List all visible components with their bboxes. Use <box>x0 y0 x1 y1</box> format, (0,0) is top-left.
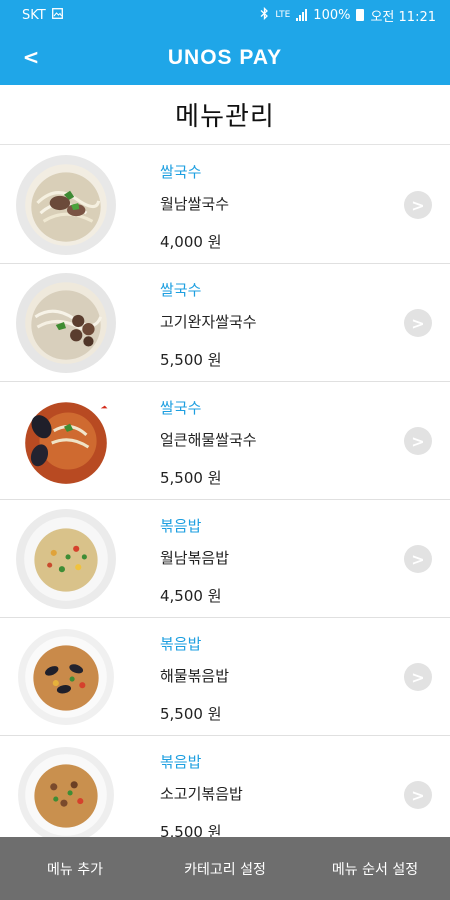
chevron-right-icon[interactable]: > <box>404 545 432 573</box>
menu-item-price: 5,500 원 <box>160 351 222 369</box>
dish-photo-beef-fried-rice <box>12 744 120 837</box>
dish-photo-pho <box>12 154 120 256</box>
status-left: SKT <box>22 8 63 23</box>
menu-item[interactable]: 볶음밥 해물볶음밥 5,500 원 > <box>0 618 450 736</box>
menu-item-category: 볶음밥 <box>160 753 202 771</box>
signal-icon <box>296 9 308 21</box>
chevron-right-icon[interactable]: > <box>404 781 432 809</box>
image-icon <box>51 7 63 23</box>
menu-item-category: 쌀국수 <box>160 281 202 299</box>
bluetooth-icon <box>260 6 269 24</box>
status-bar: SKT LTE 100% 오전 11:21 <box>0 0 450 30</box>
menu-item-name: 월남볶음밥 <box>160 549 230 567</box>
dish-photo-seafood-fried-rice <box>12 626 120 728</box>
menu-item-price: 4,000 원 <box>160 233 222 251</box>
chevron-right-icon[interactable]: > <box>404 663 432 691</box>
menu-item-category: 쌀국수 <box>160 163 202 181</box>
battery-percent: 100% <box>313 7 351 23</box>
dish-photo-spicy-seafood-pho <box>12 390 120 492</box>
menu-item-price: 4,500 원 <box>160 587 222 605</box>
menu-item-category: 쌀국수 <box>160 399 202 417</box>
menu-item[interactable]: 볶음밥 월남볶음밥 4,500 원 > <box>0 500 450 618</box>
menu-item-name: 월남쌀국수 <box>160 195 230 213</box>
dish-photo-meatball-pho <box>12 272 120 374</box>
menu-item[interactable]: 쌀국수 얼큰해물쌀국수 5,500 원 > <box>0 382 450 500</box>
menu-item-price: 5,500 원 <box>160 823 222 837</box>
back-button[interactable]: < <box>14 40 48 74</box>
menu-item-name: 해물볶음밥 <box>160 667 230 685</box>
add-menu-button[interactable]: 메뉴 추가 <box>0 859 150 879</box>
menu-item-name: 소고기볶음밥 <box>160 785 243 803</box>
dish-photo-fried-rice <box>12 508 120 610</box>
chevron-right-icon[interactable]: > <box>404 309 432 337</box>
chevron-right-icon[interactable]: > <box>404 427 432 455</box>
network-label: LTE <box>275 9 291 20</box>
menu-item-name: 얼큰해물쌀국수 <box>160 431 257 449</box>
menu-item-category: 볶음밥 <box>160 517 202 535</box>
menu-item[interactable]: 쌀국수 월남쌀국수 4,000 원 > <box>0 146 450 264</box>
menu-item-name: 고기완자쌀국수 <box>160 313 257 331</box>
battery-icon <box>356 9 365 21</box>
menu-order-settings-button[interactable]: 메뉴 순서 설정 <box>300 859 450 879</box>
status-right: LTE 100% 오전 11:21 <box>260 6 436 25</box>
menu-list[interactable]: 쌀국수 월남쌀국수 4,000 원 > 쌀국수 고기완자쌀국수 5,500 원 … <box>0 146 450 837</box>
category-settings-button[interactable]: 카테고리 설정 <box>150 859 300 879</box>
clock: 오전 11:21 <box>370 9 436 25</box>
menu-item-price: 5,500 원 <box>160 705 222 723</box>
menu-item[interactable]: 쌀국수 고기완자쌀국수 5,500 원 > <box>0 264 450 382</box>
menu-item-price: 5,500 원 <box>160 469 222 487</box>
carrier-label: SKT <box>22 7 46 23</box>
bottom-action-bar: 메뉴 추가 카테고리 설정 메뉴 순서 설정 <box>0 837 450 900</box>
app-title: UNOS PAY <box>167 45 283 69</box>
page-title: 메뉴관리 <box>175 102 275 132</box>
menu-item[interactable]: 볶음밥 소고기볶음밥 5,500 원 > <box>0 736 450 837</box>
menu-item-category: 볶음밥 <box>160 635 202 653</box>
chevron-right-icon[interactable]: > <box>404 191 432 219</box>
page-header: 메뉴관리 <box>0 85 450 145</box>
app-bar: < UNOS PAY <box>0 30 450 85</box>
